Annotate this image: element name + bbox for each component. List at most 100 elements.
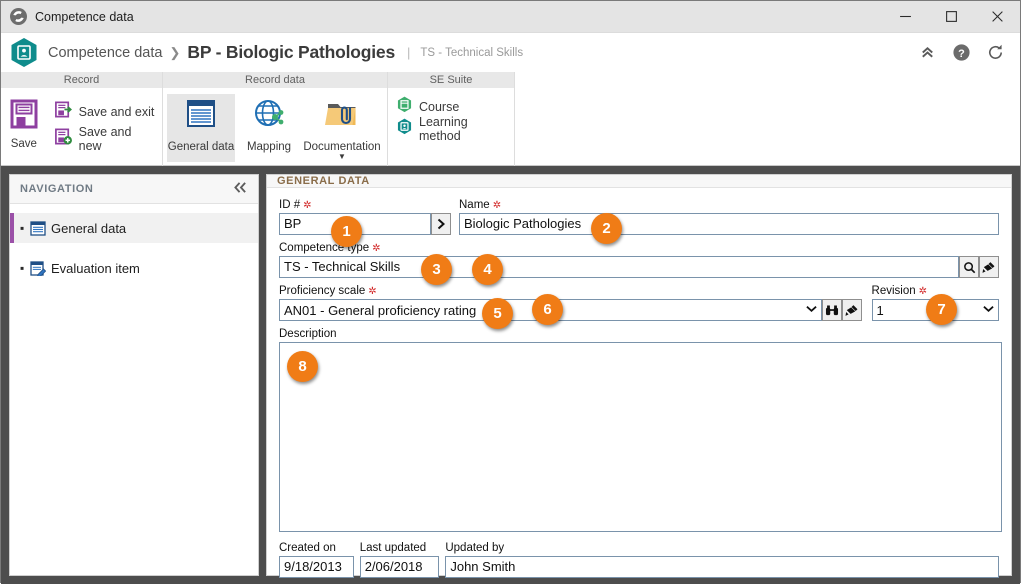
floppy-disk-icon [7,97,41,136]
description-label: Description [279,328,337,340]
required-marker-icon: ✲ [368,285,377,297]
tab-mapping-label: Mapping [246,141,292,153]
callout-badge-1: 1 [331,216,362,247]
field-proficiency-scale: Proficiency scale ✲ AN01 - General profi… [279,285,862,321]
required-marker-icon: ✲ [372,242,381,254]
breadcrumb-divider: | [407,45,411,60]
id-card-hex-icon [10,37,38,68]
chevron-down-icon [805,304,817,316]
document-lines-icon [30,220,46,236]
sidebar-item-general-data-label: General data [51,220,127,236]
save-button-label: Save [10,138,37,150]
save-new-icon [54,127,73,151]
navigation-list: ▪ General data ▪ Evaluation item [10,204,258,283]
field-competence-type: Competence type ✲ TS - Technical Skills [279,242,999,278]
row-audit: Created on 9/18/2013 Last updated 2/06/2… [279,542,999,578]
callout-badge-8: 8 [287,351,318,382]
field-last-updated: Last updated 2/06/2018 [359,542,440,578]
last-updated-value: 2/06/2018 [359,556,440,578]
breadcrumb-root[interactable]: Competence data [48,45,162,61]
ribbon-group-record-data: Record data General data Mapping Documen… [163,72,388,166]
save-and-exit-button[interactable]: Save and exit [49,98,162,125]
ribbon-group-record-title: Record [1,72,162,89]
ribbon-group-se-suite: SE Suite Course Learning method [388,72,515,166]
tab-documentation[interactable]: Documentation ▼ [303,94,381,162]
ribbon-toolbar: Record Save Save and exit Save and new R… [1,72,1020,166]
save-and-exit-label: Save and exit [78,104,155,119]
ribbon-group-record: Record Save Save and exit Save and new [1,72,163,166]
field-id: ID # ✲ BP [279,199,451,235]
breadcrumb-separator-icon: ❯ [169,44,181,60]
tab-mapping[interactable]: Mapping [235,94,303,162]
learning-method-link[interactable]: Learning method [391,115,514,143]
chevron-down-icon[interactable]: ▼ [338,153,346,161]
required-marker-icon: ✲ [492,199,502,211]
description-textarea[interactable] [279,342,1002,532]
field-updated-by: Updated by John Smith [445,542,999,578]
save-button[interactable]: Save [1,94,47,150]
name-input[interactable]: Biologic Pathologies [459,213,999,235]
breadcrumb-subtitle: TS - Technical Skills [420,46,524,59]
course-hex-icon [397,96,412,118]
bullet-icon: ▪ [20,221,25,235]
maximize-button[interactable] [928,1,974,32]
sidebar-item-general-data[interactable]: ▪ General data [10,213,258,243]
callout-badge-4: 4 [472,254,503,285]
general-data-title: GENERAL DATA [277,175,370,187]
chevron-double-left-icon[interactable] [233,181,248,197]
row-id-name: ID # ✲ BP Name ✲ Biologic Pathologies [279,199,999,235]
minimize-button[interactable] [882,1,928,32]
chevron-down-icon [983,304,994,316]
document-lines-icon [183,98,219,137]
breadcrumb-current: BP - Biologic Pathologies [187,42,395,62]
learning-method-label: Learning method [419,115,468,143]
proficiency-scale-label: Proficiency scale ✲ [279,285,377,297]
bullet-icon: ▪ [20,261,25,275]
general-data-panel: GENERAL DATA ID # ✲ BP Name ✲ Biologic P… [266,174,1012,578]
save-and-new-label: Save and new [78,124,132,153]
proficiency-scale-binoculars-button[interactable] [821,299,842,321]
record-small-buttons: Save and exit Save and new [49,94,162,153]
competence-type-input[interactable]: TS - Technical Skills [279,256,959,278]
callout-badge-3: 3 [421,254,452,285]
updated-by-label: Updated by [445,542,505,554]
callout-badge-2: 2 [591,213,622,244]
question-mark-circle-icon[interactable]: ? [946,38,976,68]
created-on-value: 9/18/2013 [279,556,354,578]
header-bar: Competence data ❯ BP - Biologic Patholog… [1,33,1020,72]
field-created-on: Created on 9/18/2013 [279,542,354,578]
competence-type-search-button[interactable] [959,256,979,278]
refresh-icon[interactable] [980,38,1010,68]
callout-badge-5: 5 [482,298,513,329]
chevron-double-up-icon[interactable] [912,38,942,68]
id-expand-button[interactable] [431,213,451,235]
general-data-form: ID # ✲ BP Name ✲ Biologic Pathologies Co… [267,188,1011,578]
row-proficiency-revision: Proficiency scale ✲ AN01 - General profi… [279,285,999,321]
row-competence-type: Competence type ✲ TS - Technical Skills [279,242,999,278]
field-name: Name ✲ Biologic Pathologies [459,199,999,235]
globe-icon [10,8,27,25]
id-label: ID # ✲ [279,199,312,211]
ribbon-filler [515,72,1020,165]
proficiency-scale-clear-button[interactable] [841,299,862,321]
tab-general-data[interactable]: General data [167,94,235,162]
application-window: Competence data Competence data ❯ BP - B… [0,0,1021,584]
competence-type-label: Competence type ✲ [279,242,381,254]
sidebar-item-evaluation-item-label: Evaluation item [51,260,140,276]
save-and-new-button[interactable]: Save and new [49,124,162,153]
competence-type-clear-button[interactable] [979,256,999,278]
content-area: NAVIGATION ▪ General data ▪ Evaluation i… [1,166,1020,584]
title-bar: Competence data [1,1,1020,33]
navigation-title: NAVIGATION [20,183,94,195]
svg-text:?: ? [958,48,965,60]
window-title: Competence data [35,9,134,24]
callout-badge-6: 6 [532,294,563,325]
folder-paperclip-icon [324,98,360,137]
close-button[interactable] [974,1,1020,32]
save-exit-icon [54,100,73,124]
name-label: Name ✲ [459,199,502,211]
course-label: Course [419,100,460,114]
last-updated-label: Last updated [359,542,427,554]
ribbon-group-se-suite-title: SE Suite [388,72,514,89]
sidebar-item-evaluation-item[interactable]: ▪ Evaluation item [10,253,258,283]
